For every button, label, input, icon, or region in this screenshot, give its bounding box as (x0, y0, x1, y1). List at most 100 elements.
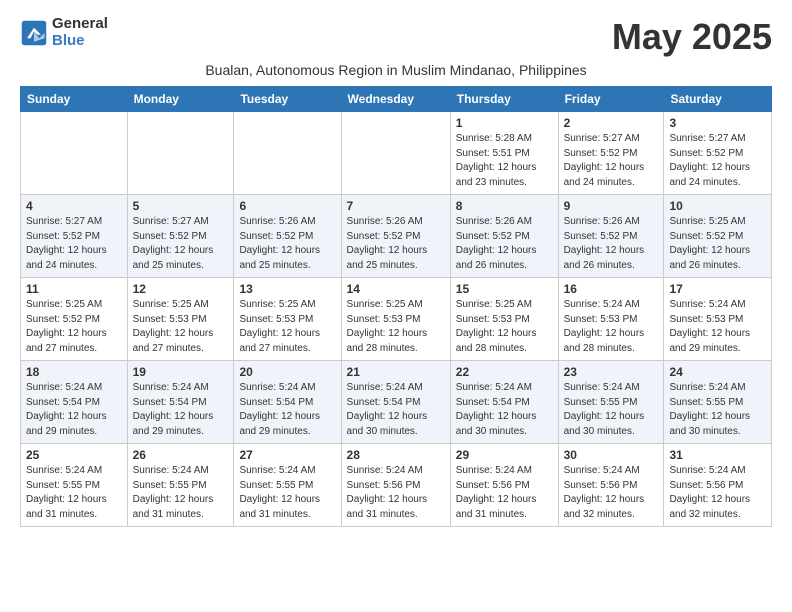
day-info: Sunrise: 5:24 AM Sunset: 5:54 PM Dayligh… (239, 381, 335, 439)
calendar-cell (21, 112, 128, 195)
day-number: 3 (669, 116, 766, 130)
day-info: Sunrise: 5:26 AM Sunset: 5:52 PM Dayligh… (564, 215, 659, 273)
day-number: 16 (564, 282, 659, 296)
logo-icon (20, 19, 48, 47)
day-number: 25 (26, 448, 122, 462)
calendar-cell: 15Sunrise: 5:25 AM Sunset: 5:53 PM Dayli… (450, 278, 558, 361)
day-info: Sunrise: 5:26 AM Sunset: 5:52 PM Dayligh… (456, 215, 553, 273)
day-info: Sunrise: 5:24 AM Sunset: 5:53 PM Dayligh… (564, 298, 659, 356)
calendar-cell: 22 Sunrise: 5:24 AM Sunset: 5:54 PM Dayli… (450, 361, 558, 444)
day-info: Sunrise: 5:28 AM Sunset: 5:51 PM Dayligh… (456, 132, 553, 190)
day-info: Sunrise: 5:24 AM Sunset: 5:55 PM Dayligh… (26, 464, 122, 522)
calendar-cell: 21 Sunrise: 5:24 AM Sunset: 5:54 PM Dayli… (341, 361, 450, 444)
calendar-table: SundayMondayTuesdayWednesdayThursdayFrid… (20, 86, 772, 527)
calendar-cell: 3 Sunrise: 5:27 AM Sunset: 5:52 PM Daylig… (664, 112, 772, 195)
calendar-cell: 9Sunrise: 5:26 AM Sunset: 5:52 PM Daylig… (558, 195, 664, 278)
day-info: Sunrise: 5:24 AM Sunset: 5:55 PM Dayligh… (564, 381, 659, 439)
calendar-cell: 10 Sunrise: 5:25 AM Sunset: 5:52 PM Dayli… (664, 195, 772, 278)
calendar-week-row: 1 Sunrise: 5:28 AM Sunset: 5:51 PM Daylig… (21, 112, 772, 195)
calendar-cell (341, 112, 450, 195)
day-info: Sunrise: 5:25 AM Sunset: 5:52 PM Dayligh… (669, 215, 766, 273)
day-info: Sunrise: 5:24 AM Sunset: 5:54 PM Dayligh… (133, 381, 229, 439)
calendar-cell: 11 Sunrise: 5:25 AM Sunset: 5:52 PM Dayli… (21, 278, 128, 361)
day-info: Sunrise: 5:24 AM Sunset: 5:55 PM Dayligh… (239, 464, 335, 522)
calendar-cell: 7 Sunrise: 5:26 AM Sunset: 5:52 PM Daylig… (341, 195, 450, 278)
calendar-cell: 2Sunrise: 5:27 AM Sunset: 5:52 PM Daylig… (558, 112, 664, 195)
day-number: 1 (456, 116, 553, 130)
day-info: Sunrise: 5:25 AM Sunset: 5:52 PM Dayligh… (26, 298, 122, 356)
day-info: Sunrise: 5:24 AM Sunset: 5:55 PM Dayligh… (133, 464, 229, 522)
day-info: Sunrise: 5:24 AM Sunset: 5:56 PM Dayligh… (564, 464, 659, 522)
day-info: Sunrise: 5:24 AM Sunset: 5:53 PM Dayligh… (669, 298, 766, 356)
day-number: 20 (239, 365, 335, 379)
day-info: Sunrise: 5:24 AM Sunset: 5:54 PM Dayligh… (347, 381, 445, 439)
calendar-header-sunday: Sunday (21, 87, 128, 112)
calendar-cell: 18 Sunrise: 5:24 AM Sunset: 5:54 PM Dayli… (21, 361, 128, 444)
calendar-header-monday: Monday (127, 87, 234, 112)
day-number: 23 (564, 365, 659, 379)
day-number: 13 (239, 282, 335, 296)
day-number: 5 (133, 199, 229, 213)
day-number: 2 (564, 116, 659, 130)
day-number: 10 (669, 199, 766, 213)
calendar-cell: 30 Sunrise: 5:24 AM Sunset: 5:56 PM Dayli… (558, 444, 664, 527)
day-number: 17 (669, 282, 766, 296)
calendar-week-row: 11 Sunrise: 5:25 AM Sunset: 5:52 PM Dayli… (21, 278, 772, 361)
day-number: 7 (347, 199, 445, 213)
day-number: 31 (669, 448, 766, 462)
day-info: Sunrise: 5:27 AM Sunset: 5:52 PM Dayligh… (133, 215, 229, 273)
day-number: 26 (133, 448, 229, 462)
logo-blue-text: Blue (52, 33, 108, 50)
day-info: Sunrise: 5:24 AM Sunset: 5:56 PM Dayligh… (347, 464, 445, 522)
calendar-header-wednesday: Wednesday (341, 87, 450, 112)
calendar-header-row: SundayMondayTuesdayWednesdayThursdayFrid… (21, 87, 772, 112)
calendar-cell: 16 Sunrise: 5:24 AM Sunset: 5:53 PM Dayli… (558, 278, 664, 361)
month-title: May 2025 (612, 16, 772, 58)
day-info: Sunrise: 5:26 AM Sunset: 5:52 PM Dayligh… (347, 215, 445, 273)
day-number: 24 (669, 365, 766, 379)
day-number: 18 (26, 365, 122, 379)
calendar-cell: 20 Sunrise: 5:24 AM Sunset: 5:54 PM Dayli… (234, 361, 341, 444)
day-info: Sunrise: 5:24 AM Sunset: 5:54 PM Dayligh… (26, 381, 122, 439)
calendar-cell: 28 Sunrise: 5:24 AM Sunset: 5:56 PM Dayli… (341, 444, 450, 527)
calendar-cell: 5 Sunrise: 5:27 AM Sunset: 5:52 PM Daylig… (127, 195, 234, 278)
calendar-cell: 6Sunrise: 5:26 AM Sunset: 5:52 PM Daylig… (234, 195, 341, 278)
day-number: 15 (456, 282, 553, 296)
calendar-cell (127, 112, 234, 195)
calendar-header-saturday: Saturday (664, 87, 772, 112)
calendar-week-row: 4Sunrise: 5:27 AM Sunset: 5:52 PM Daylig… (21, 195, 772, 278)
day-number: 30 (564, 448, 659, 462)
calendar-cell: 1 Sunrise: 5:28 AM Sunset: 5:51 PM Daylig… (450, 112, 558, 195)
logo-text: General Blue (52, 16, 108, 49)
calendar-header-tuesday: Tuesday (234, 87, 341, 112)
subtitle: Bualan, Autonomous Region in Muslim Mind… (20, 62, 772, 78)
calendar-cell: 27 Sunrise: 5:24 AM Sunset: 5:55 PM Dayli… (234, 444, 341, 527)
day-number: 22 (456, 365, 553, 379)
day-number: 6 (239, 199, 335, 213)
day-number: 28 (347, 448, 445, 462)
logo: General Blue (20, 16, 108, 49)
day-number: 21 (347, 365, 445, 379)
day-info: Sunrise: 5:24 AM Sunset: 5:56 PM Dayligh… (456, 464, 553, 522)
calendar-week-row: 25 Sunrise: 5:24 AM Sunset: 5:55 PM Dayli… (21, 444, 772, 527)
calendar-cell: 4Sunrise: 5:27 AM Sunset: 5:52 PM Daylig… (21, 195, 128, 278)
calendar-header-friday: Friday (558, 87, 664, 112)
calendar-cell: 26 Sunrise: 5:24 AM Sunset: 5:55 PM Dayli… (127, 444, 234, 527)
calendar-cell: 25 Sunrise: 5:24 AM Sunset: 5:55 PM Dayli… (21, 444, 128, 527)
day-info: Sunrise: 5:25 AM Sunset: 5:53 PM Dayligh… (239, 298, 335, 356)
day-number: 29 (456, 448, 553, 462)
day-info: Sunrise: 5:24 AM Sunset: 5:54 PM Dayligh… (456, 381, 553, 439)
calendar-header-thursday: Thursday (450, 87, 558, 112)
day-info: Sunrise: 5:25 AM Sunset: 5:53 PM Dayligh… (133, 298, 229, 356)
calendar-cell: 14Sunrise: 5:25 AM Sunset: 5:53 PM Dayli… (341, 278, 450, 361)
day-info: Sunrise: 5:24 AM Sunset: 5:56 PM Dayligh… (669, 464, 766, 522)
day-number: 11 (26, 282, 122, 296)
day-info: Sunrise: 5:27 AM Sunset: 5:52 PM Dayligh… (669, 132, 766, 190)
day-number: 8 (456, 199, 553, 213)
calendar-cell: 24Sunrise: 5:24 AM Sunset: 5:55 PM Dayli… (664, 361, 772, 444)
calendar-cell: 13 Sunrise: 5:25 AM Sunset: 5:53 PM Dayli… (234, 278, 341, 361)
day-number: 27 (239, 448, 335, 462)
day-number: 14 (347, 282, 445, 296)
day-number: 19 (133, 365, 229, 379)
day-number: 12 (133, 282, 229, 296)
